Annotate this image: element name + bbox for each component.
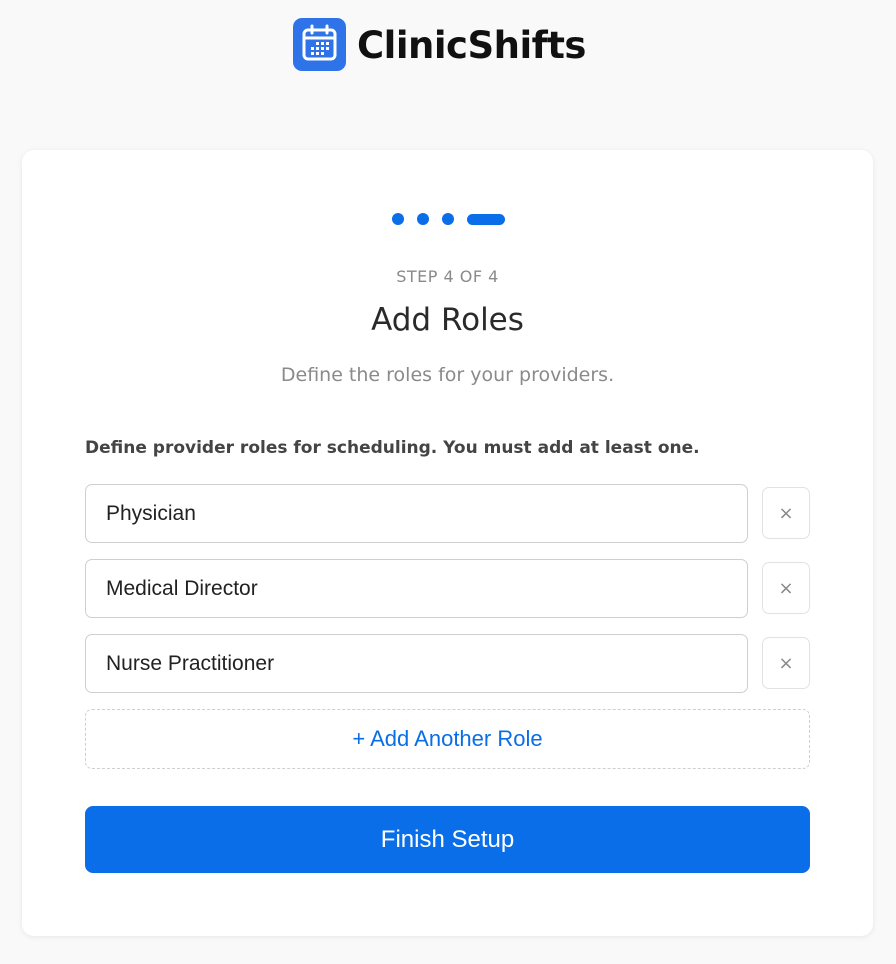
finish-setup-label: Finish Setup [380,825,515,853]
close-icon: × [778,652,794,674]
calendar-icon [293,18,346,71]
setup-card: STEP 4 OF 4 Add Roles Define the roles f… [22,150,873,936]
step-dot-4-active [467,213,505,225]
remove-role-button[interactable]: × [762,637,810,689]
role-row: × [85,559,810,618]
role-input-medical-director[interactable] [85,559,748,618]
step-label: STEP 4 OF 4 [396,267,499,286]
role-input-nurse-practitioner[interactable] [85,634,748,693]
remove-role-button[interactable]: × [762,562,810,614]
step-indicator [392,213,505,225]
add-role-label: + Add Another Role [352,726,543,751]
page-subtitle: Define the roles for your providers. [280,364,615,386]
app-header: ClinicShifts [0,0,896,96]
finish-setup-button[interactable]: Finish Setup [85,806,810,873]
step-dot-3 [442,213,454,225]
step-dot-1 [392,213,404,225]
role-input-physician[interactable] [85,484,748,543]
close-icon: × [778,502,794,524]
add-role-button[interactable]: + Add Another Role [85,709,810,769]
role-row: × [85,484,810,543]
step-dot-2 [417,213,429,225]
brand-name: ClinicShifts [357,24,586,67]
remove-role-button[interactable]: × [762,487,810,539]
role-row: × [85,634,810,693]
page-title: Add Roles [371,302,524,338]
close-icon: × [778,577,794,599]
roles-instruction: Define provider roles for scheduling. Yo… [85,438,700,458]
